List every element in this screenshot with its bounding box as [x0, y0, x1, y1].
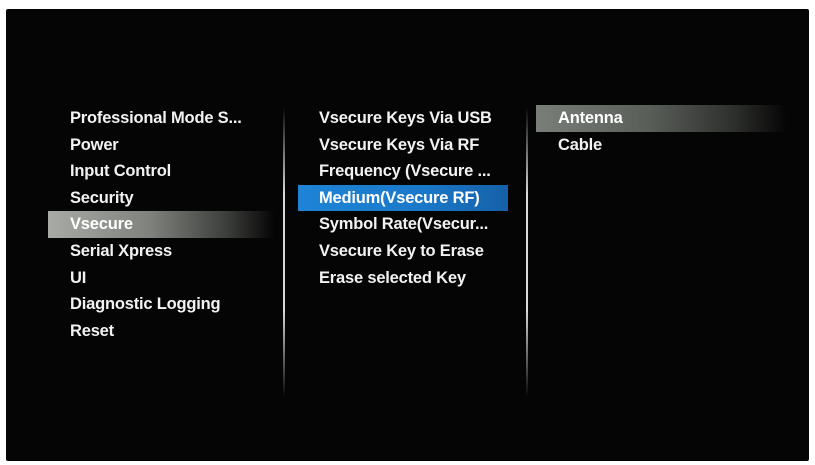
menu-item-diagnostic-logging[interactable]: Diagnostic Logging [48, 291, 274, 318]
menu-item-reset[interactable]: Reset [48, 318, 274, 345]
medium-options-column: Antenna Cable [536, 105, 786, 158]
menu-item-ui[interactable]: UI [48, 265, 274, 292]
column-divider [283, 107, 285, 397]
vsecure-submenu-column: Vsecure Keys Via USB Vsecure Keys Via RF… [298, 105, 508, 291]
option-cable[interactable]: Cable [536, 132, 786, 159]
menu-item-vsecure-keys-usb[interactable]: Vsecure Keys Via USB [298, 105, 508, 132]
menu-item-professional-mode[interactable]: Professional Mode S... [48, 105, 274, 132]
menu-item-frequency[interactable]: Frequency (Vsecure ... [298, 158, 508, 185]
menu-item-vsecure[interactable]: Vsecure [48, 211, 274, 238]
tv-screen: Professional Mode S... Power Input Contr… [6, 9, 809, 461]
menu-item-security[interactable]: Security [48, 185, 274, 212]
menu-item-vsecure-keys-rf[interactable]: Vsecure Keys Via RF [298, 132, 508, 159]
menu-item-erase-selected-key[interactable]: Erase selected Key [298, 265, 508, 292]
menu-item-power[interactable]: Power [48, 132, 274, 159]
menu-item-input-control[interactable]: Input Control [48, 158, 274, 185]
main-menu-column: Professional Mode S... Power Input Contr… [48, 105, 274, 344]
menu-item-key-to-erase[interactable]: Vsecure Key to Erase [298, 238, 508, 265]
column-divider [526, 107, 528, 397]
menu-item-medium[interactable]: Medium(Vsecure RF) [298, 184, 508, 212]
option-antenna[interactable]: Antenna [536, 105, 786, 132]
menu-item-serial-xpress[interactable]: Serial Xpress [48, 238, 274, 265]
menu-item-symbol-rate[interactable]: Symbol Rate(Vsecur... [298, 211, 508, 238]
